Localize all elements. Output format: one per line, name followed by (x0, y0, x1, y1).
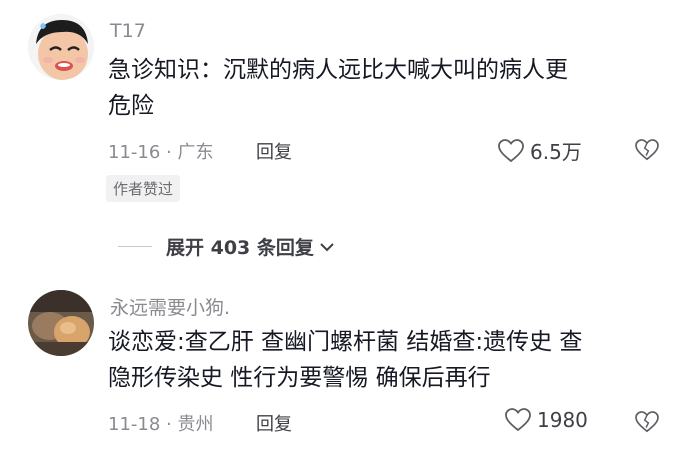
avatar-dog-photo-icon (28, 290, 94, 356)
reply-button[interactable]: 回复 (256, 410, 292, 436)
heart-outline-icon (505, 408, 531, 432)
like-count: 1980 (537, 408, 588, 432)
comment-username[interactable]: 永远需要小狗. (110, 293, 230, 320)
dislike-button[interactable] (635, 139, 659, 165)
dislike-button[interactable] (635, 411, 659, 437)
comment-text-line: 谈恋爱:查乙肝 查幽门螺杆菌 结婚查:遗传史 查 (108, 329, 583, 355)
avatar[interactable] (28, 14, 94, 80)
comment-username[interactable]: T17 (110, 20, 146, 42)
comment-text-line: 急诊知识：沉默的病人远比大喊大叫的病人更 (108, 57, 568, 83)
broken-heart-icon (635, 139, 659, 161)
avatar[interactable] (28, 290, 94, 356)
avatar-cartoon-face-icon (28, 14, 94, 80)
like-button[interactable]: 6.5万 (498, 136, 582, 165)
comment-text-line: 隐形传染史 性行为要警惕 确保后再行 (108, 365, 491, 391)
comment-date-location: 11-18 · 贵州 (108, 414, 214, 435)
chevron-down-icon (320, 242, 334, 251)
expand-replies-label: 展开 403 条回复 (166, 237, 314, 259)
broken-heart-icon (635, 411, 659, 433)
comment-date-location: 11-16 · 广东 (108, 142, 214, 163)
expand-replies-button[interactable]: 展开 403 条回复 (118, 233, 336, 260)
reply-button[interactable]: 回复 (256, 138, 292, 164)
comment-text: 急诊知识：沉默的病人远比大喊大叫的病人更 危险 (108, 52, 568, 124)
like-button[interactable]: 1980 (505, 408, 588, 432)
comment-text: 谈恋爱:查乙肝 查幽门螺杆菌 结婚查:遗传史 查 隐形传染史 性行为要警惕 确保… (108, 324, 582, 396)
comment-text-line: 危险 (108, 93, 154, 119)
author-liked-badge: 作者赞过 (106, 175, 181, 202)
like-count: 6.5万 (530, 140, 582, 164)
divider (118, 246, 152, 247)
heart-outline-icon (498, 138, 524, 162)
